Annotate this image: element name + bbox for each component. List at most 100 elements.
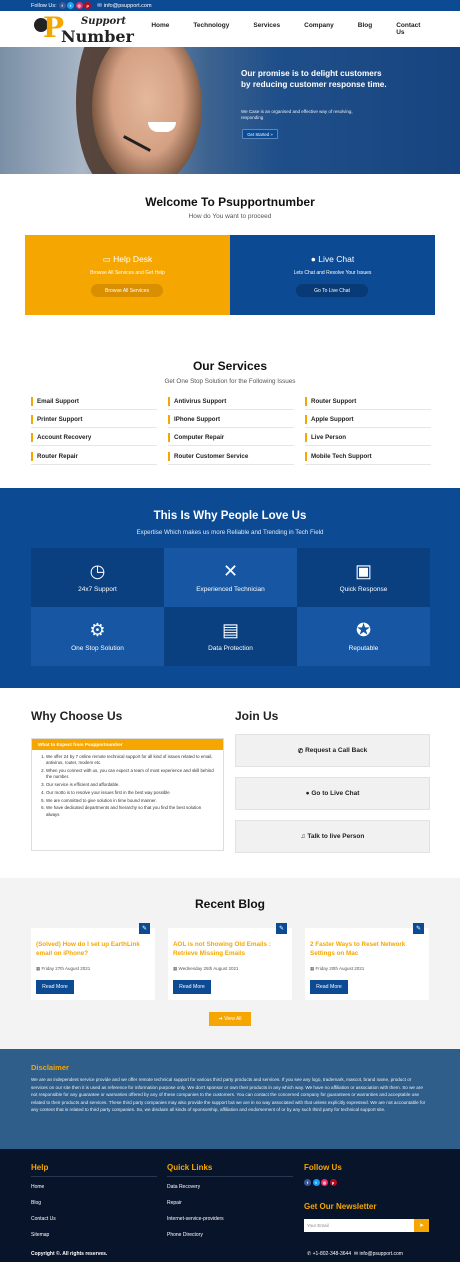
tile-quick-response: ▣ Quick Response: [297, 548, 430, 607]
hero-photo: [92, 47, 202, 174]
nav-services[interactable]: Services: [241, 22, 292, 36]
view-all-button[interactable]: ➜ View All: [209, 1012, 251, 1026]
footer-link-repair[interactable]: Repair: [167, 1200, 182, 1206]
list-item: We offer 24 by 7 online remote technical…: [46, 754, 215, 766]
view-all-label: View All: [224, 1016, 242, 1022]
footer-phone[interactable]: +1-802-348-3644: [313, 1251, 352, 1257]
instagram-icon[interactable]: ◎: [321, 1179, 328, 1186]
get-started-button[interactable]: Get Started »: [242, 129, 278, 139]
footer-link-sitemap[interactable]: Sitemap: [31, 1232, 49, 1238]
help-desk-desc: Browse All Services and Get Help: [90, 270, 165, 276]
list-item: Our service is efficient and affordable.: [46, 782, 215, 788]
footer-link-blog[interactable]: Blog: [31, 1200, 41, 1206]
browse-services-button[interactable]: Browse All Services: [91, 284, 163, 297]
divider: [31, 445, 157, 447]
expect-list: We offer 24 by 7 online remote technical…: [32, 750, 223, 818]
facebook-icon[interactable]: f: [304, 1179, 311, 1186]
pinterest-icon[interactable]: p: [84, 2, 92, 9]
live-chat-card[interactable]: ● Live Chat Lets Chat and Resolve Your I…: [230, 235, 435, 315]
divider: [305, 445, 431, 447]
instagram-icon[interactable]: ◎: [75, 2, 83, 9]
send-icon[interactable]: ➤: [414, 1219, 429, 1232]
pencil-icon[interactable]: ✎: [139, 923, 150, 934]
help-desk-icon: ▭: [102, 254, 111, 264]
footer-link-phone-directory[interactable]: Phone Directory: [167, 1232, 203, 1238]
read-more-button[interactable]: Read More: [310, 980, 348, 994]
topbar-email[interactable]: info@psupport.com: [104, 3, 152, 9]
tile-label: 24x7 Support: [78, 586, 117, 593]
divider: [168, 463, 294, 465]
service-link[interactable]: Router Support: [305, 397, 429, 406]
read-more-button[interactable]: Read More: [36, 980, 74, 994]
list-item: When you connect with us, you can expect…: [46, 768, 215, 780]
footer-link-contact[interactable]: Contact Us: [31, 1216, 56, 1222]
award-icon: ✪: [355, 620, 372, 640]
mail-icon: ✉: [97, 2, 102, 9]
service-link[interactable]: Live Person: [305, 433, 429, 443]
nav-technology[interactable]: Technology: [181, 22, 241, 36]
newsletter-email-input[interactable]: Your Email: [304, 1219, 414, 1232]
services-subtitle: Get One Stop Solution for the Following …: [164, 378, 296, 385]
service-link[interactable]: Antivirus Support: [168, 397, 292, 406]
service-link[interactable]: Router Repair: [31, 451, 155, 461]
nav-company[interactable]: Company: [292, 22, 346, 36]
tile-technician: ✕ Experienced Technician: [164, 548, 297, 607]
expect-box: What to Expect from Psupportnumber We of…: [31, 738, 224, 851]
twitter-icon[interactable]: t: [312, 1179, 320, 1186]
lock-icon: ▤: [221, 620, 239, 640]
post-title[interactable]: (Solved) How do I set up EarthLink email…: [36, 940, 151, 958]
request-callback-button[interactable]: ✆ Request a Call Back: [235, 734, 430, 767]
nav-menu: Home Technology Services Company Blog Co…: [139, 22, 429, 36]
service-link[interactable]: Computer Repair: [168, 433, 292, 443]
service-link[interactable]: Mobile Tech Support: [305, 451, 429, 461]
service-link[interactable]: Account Recovery: [31, 433, 155, 443]
go-live-chat-button[interactable]: Go To Live Chat: [296, 284, 368, 297]
footer-contact: ✆ +1-802-348-3644 ✉ info@psupport.com: [307, 1251, 403, 1257]
chat-icon: ●: [310, 254, 316, 264]
hero-banner: Our promise is to delight customers by r…: [0, 47, 460, 174]
help-heading: Help: [31, 1163, 49, 1172]
footer: Help Home Blog Contact Us Sitemap Quick …: [0, 1149, 460, 1262]
blog-post-card: ✎ (Solved) How do I set up EarthLink ema…: [31, 923, 155, 1000]
footer-email[interactable]: info@psupport.com: [359, 1251, 402, 1257]
service-link[interactable]: IPhone Support: [168, 415, 292, 425]
tile-label: Experienced Technician: [196, 586, 265, 593]
divider: [305, 463, 431, 465]
live-chat-button[interactable]: ● Go to Live Chat: [235, 777, 430, 810]
pinterest-icon[interactable]: p: [329, 1179, 337, 1186]
twitter-icon[interactable]: t: [67, 2, 75, 9]
service-link[interactable]: Email Support: [31, 397, 155, 406]
footer-link-data-recovery[interactable]: Data Recovery: [167, 1184, 200, 1190]
footer-link-home[interactable]: Home: [31, 1184, 44, 1190]
service-link[interactable]: Apple Support: [305, 415, 429, 425]
chat-bubble-icon: ▣: [354, 561, 372, 581]
help-desk-card[interactable]: ▭ Help Desk Browse All Services and Get …: [25, 235, 230, 315]
nav-home[interactable]: Home: [139, 22, 181, 36]
tile-label: One Stop Solution: [71, 645, 124, 652]
divider: [168, 427, 294, 429]
facebook-icon[interactable]: f: [58, 2, 66, 9]
service-link[interactable]: Printer Support: [31, 415, 155, 425]
service-link[interactable]: Router Customer Service: [168, 451, 292, 461]
site-logo[interactable]: P Support Number: [31, 13, 139, 46]
list-item: We have dedicated departments and hierar…: [46, 805, 215, 817]
phone-icon: ✆: [297, 747, 304, 755]
talk-live-person-button[interactable]: ♫ Talk to live Person: [235, 820, 430, 853]
live-chat-title: Live Chat: [318, 254, 355, 264]
nav-contact[interactable]: Contact Us: [384, 22, 429, 36]
post-title[interactable]: AOL is not Showing Old Emails : Retrieve…: [173, 940, 288, 958]
post-date: Wednesday 25th August 2021: [178, 966, 239, 971]
pencil-icon[interactable]: ✎: [276, 923, 287, 934]
divider: [31, 409, 157, 410]
footer-link-isp[interactable]: Internet-service-providers: [167, 1216, 224, 1222]
pencil-icon[interactable]: ✎: [413, 923, 424, 934]
tile-one-stop: ⚙ One Stop Solution: [31, 607, 164, 666]
post-title[interactable]: 2 Faster Ways to Reset Network Settings …: [310, 940, 425, 958]
divider: [167, 1176, 293, 1177]
logo-bottom-text: Number: [61, 27, 134, 46]
nav-blog[interactable]: Blog: [346, 22, 384, 36]
button-label: Request a Call Back: [305, 747, 368, 754]
read-more-button[interactable]: Read More: [173, 980, 211, 994]
hero-subtext: We Case is an organised and effective wa…: [241, 109, 353, 120]
help-desk-title: Help Desk: [113, 254, 153, 264]
